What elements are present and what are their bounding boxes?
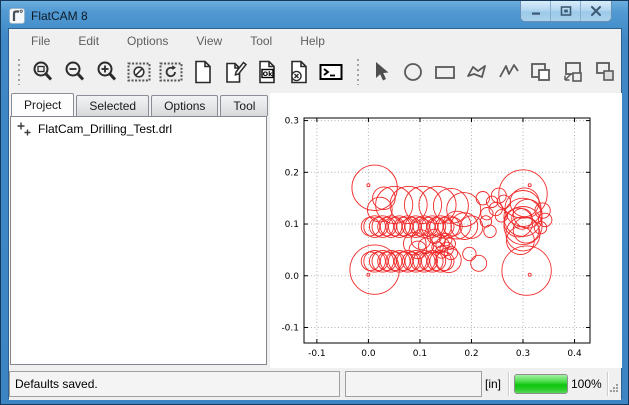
menu-item-tool[interactable]: Tool [236, 30, 286, 52]
tree-item-label: FlatCam_Drilling_Test.drl [38, 122, 172, 136]
svg-text:0.2: 0.2 [285, 168, 299, 178]
menu-item-help[interactable]: Help [286, 30, 339, 52]
maximize-button[interactable] [551, 1, 581, 21]
draw-rectangle-button[interactable] [429, 56, 461, 88]
draw-circle-icon [400, 59, 426, 85]
toolbar: Ok [9, 52, 621, 92]
zoom-in-button[interactable] [91, 56, 123, 88]
save-ok-icon: Ok [254, 59, 280, 85]
progress-fill [515, 375, 567, 393]
save-ok-button[interactable]: Ok [251, 56, 283, 88]
tab-options[interactable]: Options [151, 95, 218, 116]
status-message-field: Defaults saved. [9, 371, 340, 397]
duplicate-objects-button[interactable] [589, 56, 621, 88]
minimize-icon [530, 6, 542, 16]
move-objects-button[interactable] [557, 56, 589, 88]
project-tree-panel: FlatCam_Drilling_Test.drl [10, 116, 267, 365]
editor-toolbar-drag-handle[interactable] [355, 59, 362, 85]
status-bar: Defaults saved. [in] 100% [9, 368, 621, 400]
status-position-field [345, 371, 482, 397]
toolbar-drag-handle[interactable] [16, 59, 23, 85]
move-objects-icon [560, 59, 586, 85]
menu-item-edit[interactable]: Edit [64, 30, 113, 52]
open-project-icon [222, 59, 248, 85]
menu-bar: FileEditOptionsViewToolHelp [9, 29, 621, 52]
clear-plot-icon [126, 59, 152, 85]
replot-button[interactable] [155, 56, 187, 88]
window-controls [520, 1, 612, 22]
delete-object-button[interactable] [283, 56, 315, 88]
plot-canvas[interactable]: -0.1 0.0 0.1 0.2 0.3 0.4 -0.1 0.0 0.1 0.2 0.3 [270, 93, 622, 368]
window-title: FlatCAM 8 [31, 9, 88, 23]
menu-item-view[interactable]: View [182, 30, 236, 52]
svg-text:0.4: 0.4 [567, 349, 582, 359]
zoom-in-icon [94, 59, 120, 85]
app-icon [9, 8, 25, 24]
progress-percent: 100% [571, 368, 602, 400]
svg-text:0.1: 0.1 [285, 220, 299, 230]
delete-object-icon [286, 59, 312, 85]
copy-objects-icon [528, 59, 554, 85]
status-message: Defaults saved. [15, 377, 98, 391]
svg-text:0.1: 0.1 [413, 349, 427, 359]
menu-item-options[interactable]: Options [113, 30, 182, 52]
svg-text:Ok: Ok [262, 70, 273, 78]
svg-text:0.3: 0.3 [285, 117, 299, 127]
left-panel-tabs: ProjectSelectedOptionsTool [11, 94, 270, 116]
zoom-out-button[interactable] [59, 56, 91, 88]
resize-grip[interactable] [608, 380, 619, 398]
tab-project[interactable]: Project [11, 93, 74, 116]
zoom-fit-button[interactable] [27, 56, 59, 88]
minimize-button[interactable] [521, 1, 551, 21]
tab-selected[interactable]: Selected [76, 95, 149, 116]
draw-polygon-button[interactable] [461, 56, 493, 88]
client-area: FileEditOptionsViewToolHelp [8, 28, 622, 399]
units-label: [in] [485, 368, 501, 400]
zoom-out-icon [62, 59, 88, 85]
status-separator [508, 372, 509, 396]
copy-objects-button[interactable] [525, 56, 557, 88]
new-project-button[interactable] [187, 56, 219, 88]
clear-plot-button[interactable] [123, 56, 155, 88]
draw-polyline-icon [496, 59, 522, 85]
select-tool-button[interactable] [365, 56, 397, 88]
maximize-icon [560, 6, 572, 16]
tab-tool[interactable]: Tool [220, 95, 268, 116]
svg-text:-0.1: -0.1 [308, 349, 326, 359]
title-bar: FlatCAM 8 [9, 4, 620, 27]
new-project-icon [190, 59, 216, 85]
close-icon [590, 6, 602, 16]
menu-item-file[interactable]: File [17, 30, 64, 52]
svg-text:0.2: 0.2 [464, 349, 478, 359]
draw-circle-button[interactable] [397, 56, 429, 88]
open-project-button[interactable] [219, 56, 251, 88]
draw-polyline-button[interactable] [493, 56, 525, 88]
flatcam-window: FlatCAM 8 FileEditOptionsViewToolHelp [0, 0, 629, 405]
shell-button[interactable] [315, 56, 347, 88]
zoom-fit-icon [30, 59, 56, 85]
drill-file-icon [16, 121, 32, 137]
progress-bar [514, 374, 568, 394]
duplicate-objects-icon [592, 59, 618, 85]
svg-text:0.3: 0.3 [516, 349, 530, 359]
draw-polygon-icon [464, 59, 490, 85]
svg-text:0.0: 0.0 [361, 349, 376, 359]
svg-text:-0.1: -0.1 [281, 323, 299, 333]
draw-rectangle-icon [432, 59, 458, 85]
shell-icon [318, 59, 344, 85]
replot-icon [158, 59, 184, 85]
close-button[interactable] [581, 1, 611, 21]
select-arrow-icon [368, 59, 394, 85]
tree-item[interactable]: FlatCam_Drilling_Test.drl [11, 117, 266, 139]
drill-plot: -0.1 0.0 0.1 0.2 0.3 0.4 -0.1 0.0 0.1 0.2 0.3 [270, 93, 622, 368]
svg-text:0.0: 0.0 [285, 272, 300, 282]
